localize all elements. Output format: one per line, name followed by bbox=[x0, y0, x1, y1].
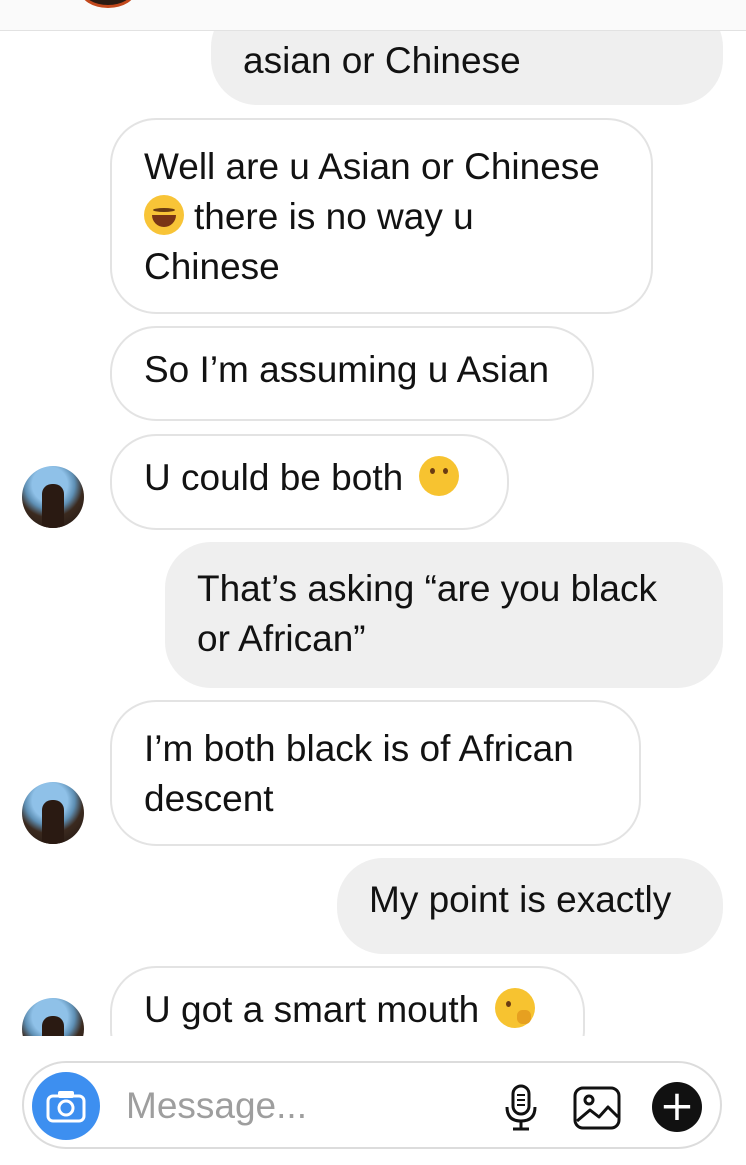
message-text: Well are u Asian or Chinese bbox=[144, 146, 600, 187]
camera-icon bbox=[46, 1091, 86, 1123]
microphone-icon[interactable] bbox=[496, 1083, 546, 1133]
sender-avatar[interactable] bbox=[22, 782, 84, 844]
incoming-message[interactable]: I’m both black is of African descent bbox=[110, 700, 641, 846]
plus-button[interactable]: + bbox=[652, 1082, 702, 1132]
header-avatar[interactable] bbox=[80, 0, 136, 8]
message-input[interactable]: Message... bbox=[126, 1083, 307, 1129]
chat-header bbox=[0, 0, 746, 31]
incoming-message[interactable]: U could be both bbox=[110, 434, 509, 530]
message-text: So I’m assuming u Asian bbox=[144, 349, 550, 390]
thinking-face-icon bbox=[419, 456, 460, 496]
message-text: asian or Chinese bbox=[243, 40, 521, 81]
outgoing-message[interactable]: asian or Chinese bbox=[211, 31, 723, 105]
message-text: That’s asking “are you black or African” bbox=[197, 568, 657, 659]
incoming-message[interactable]: U got a smart mouth bbox=[110, 966, 585, 1036]
message-text: U could be both bbox=[144, 457, 404, 498]
incoming-message[interactable]: So I’m assuming u Asian bbox=[110, 326, 594, 421]
gallery-icon[interactable] bbox=[572, 1083, 622, 1133]
sender-avatar[interactable] bbox=[22, 998, 84, 1036]
sender-avatar[interactable] bbox=[22, 466, 84, 528]
camera-button[interactable] bbox=[32, 1072, 100, 1140]
incoming-message[interactable]: Well are u Asian or Chinese there is no … bbox=[110, 118, 653, 314]
message-composer: Message... + bbox=[22, 1061, 722, 1149]
message-text: U got a smart mouth bbox=[144, 989, 480, 1030]
face-with-hand-over-mouth-icon bbox=[495, 988, 536, 1028]
outgoing-message[interactable]: That’s asking “are you black or African” bbox=[165, 542, 723, 688]
outgoing-message[interactable]: My point is exactly bbox=[337, 858, 723, 954]
message-text: I’m both black is of African descent bbox=[144, 728, 574, 819]
message-text: My point is exactly bbox=[369, 879, 672, 920]
message-text: there is no way u Chinese bbox=[144, 196, 474, 287]
face-with-tears-of-joy-icon bbox=[144, 195, 184, 235]
plus-icon: + bbox=[659, 1081, 695, 1130]
message-thread[interactable]: asian or Chinese Well are u Asian or Chi… bbox=[0, 31, 746, 1036]
